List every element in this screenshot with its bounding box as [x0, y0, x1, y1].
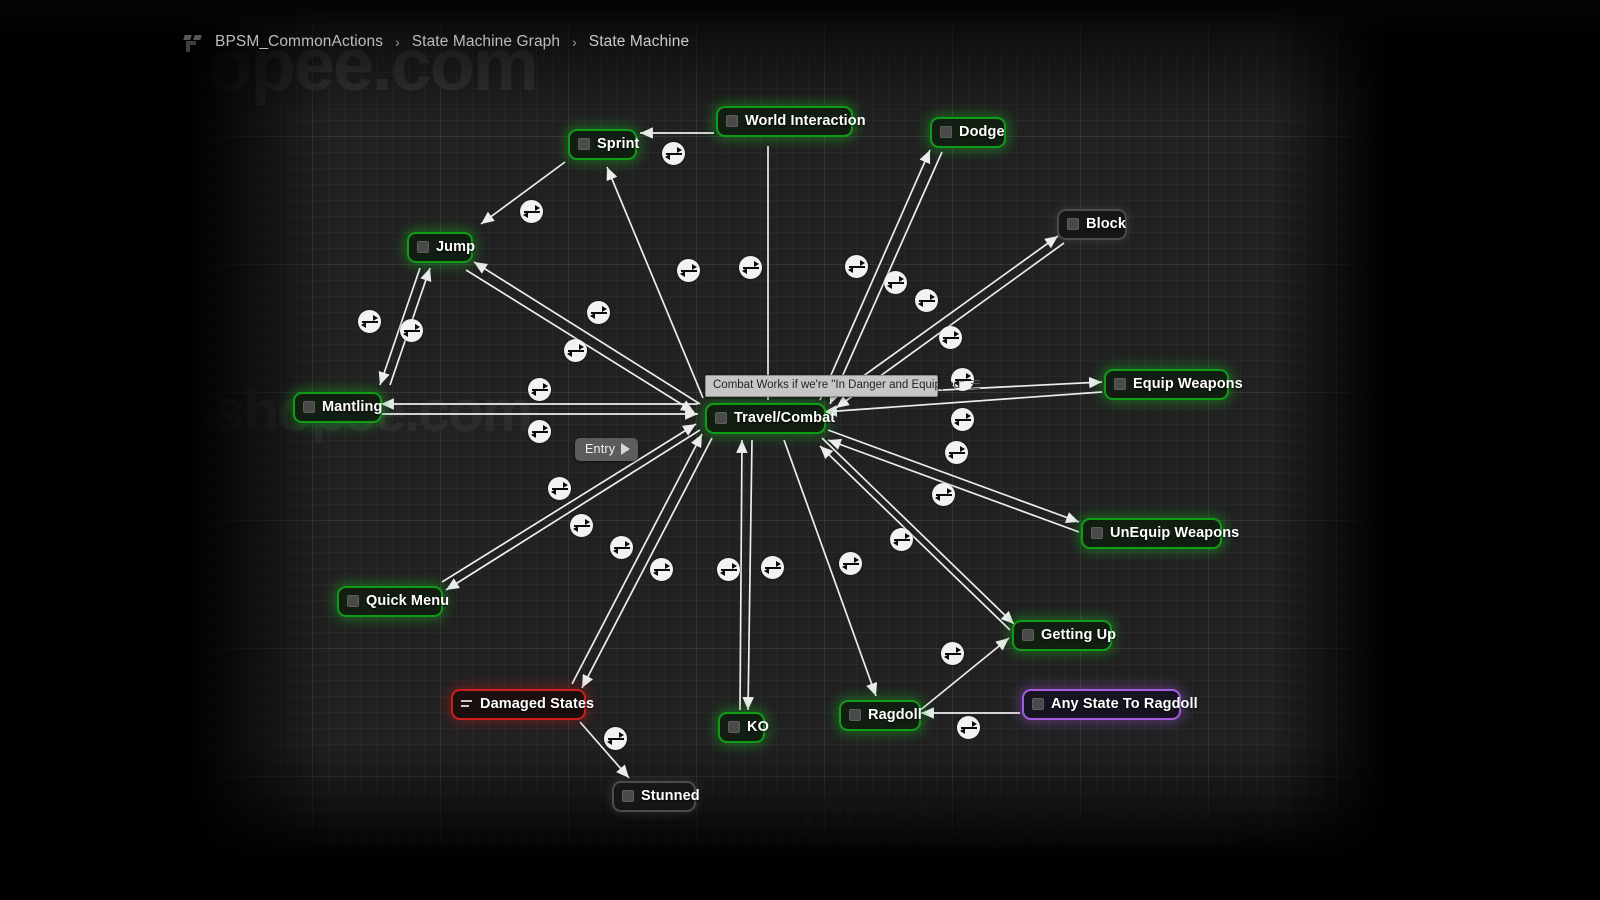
- comment-text: Combat Works if we're "In Danger and Equ…: [713, 379, 965, 391]
- transition-bidirectional-icon[interactable]: [884, 271, 907, 294]
- state-node-icon: [1067, 218, 1079, 230]
- transition-bidirectional-icon[interactable]: [845, 255, 868, 278]
- breadcrumb-item-2[interactable]: State Machine: [589, 33, 689, 51]
- state-node-any_state_ragdoll[interactable]: Any State To Ragdoll: [1022, 689, 1198, 720]
- state-node-label: Travel/Combat: [734, 410, 836, 426]
- state-node-icon: [728, 721, 740, 733]
- transition-bidirectional-icon[interactable]: [528, 420, 551, 443]
- transition-bidirectional-icon[interactable]: [548, 477, 571, 500]
- state-node-jump[interactable]: Jump: [407, 232, 476, 263]
- play-triangle-icon: [621, 443, 631, 455]
- state-node-label: UnEquip Weapons: [1110, 525, 1240, 541]
- entry-label: Entry: [585, 442, 616, 456]
- transition-bidirectional-icon[interactable]: [400, 319, 423, 342]
- state-node-icon: [940, 126, 952, 138]
- state-node-quick_menu[interactable]: Quick Menu: [337, 586, 449, 617]
- transition-bidirectional-icon[interactable]: [604, 727, 627, 750]
- state-node-icon: [1022, 629, 1034, 641]
- transition-bidirectional-icon[interactable]: [951, 408, 974, 431]
- state-node-icon: [303, 401, 315, 413]
- state-node-label: Dodge: [959, 124, 1005, 140]
- state-node-block[interactable]: Block: [1057, 209, 1127, 240]
- state-node-label: Block: [1086, 216, 1126, 232]
- state-node-label: Jump: [436, 239, 476, 255]
- state-node-dodge[interactable]: Dodge: [930, 117, 1006, 148]
- state-node-label: Sprint: [597, 136, 640, 152]
- state-node-ko[interactable]: KO: [718, 712, 769, 743]
- state-node-label: KO: [747, 719, 769, 735]
- state-node-icon: [417, 241, 429, 253]
- state-node-icon: [715, 412, 727, 424]
- transition-bidirectional-icon[interactable]: [677, 259, 700, 282]
- breadcrumb-item-0[interactable]: BPSM_CommonActions: [215, 33, 383, 51]
- state-node-label: Equip Weapons: [1133, 376, 1243, 392]
- unreal-state-machine-window: CGshopee.com CGshopee.com CGshopee.com B…: [0, 0, 1600, 900]
- breadcrumb-separator-1: ›: [572, 34, 577, 50]
- state-node-travel_combat[interactable]: Travel/Combat: [705, 403, 835, 434]
- state-node-label: Stunned: [641, 788, 700, 804]
- state-node-label: Getting Up: [1041, 627, 1117, 643]
- state-node-icon: [347, 595, 359, 607]
- graph-comment-bubble[interactable]: Combat Works if we're "In Danger and Equ…: [705, 375, 981, 397]
- state-node-equip_weapons[interactable]: Equip Weapons: [1104, 369, 1243, 400]
- transition-bidirectional-icon[interactable]: [890, 528, 913, 551]
- state-node-label: Any State To Ragdoll: [1051, 696, 1198, 712]
- state-node-unequip_weapons[interactable]: UnEquip Weapons: [1081, 518, 1239, 549]
- state-node-getting_up[interactable]: Getting Up: [1012, 620, 1116, 651]
- state-node-icon: [849, 709, 861, 721]
- state-node-label: Mantling: [322, 399, 383, 415]
- state-node-stunned[interactable]: Stunned: [612, 781, 700, 812]
- state-node-ragdoll[interactable]: Ragdoll: [839, 700, 922, 731]
- state-node-icon: [1114, 378, 1126, 390]
- vignette-bottom: [0, 740, 1600, 900]
- graph-canvas[interactable]: [190, 12, 1390, 857]
- transition-bidirectional-icon[interactable]: [839, 552, 862, 575]
- state-node-label: Ragdoll: [868, 707, 922, 723]
- state-node-world_interaction[interactable]: World Interaction: [716, 106, 866, 137]
- transition-bidirectional-icon[interactable]: [939, 326, 962, 349]
- state-node-sprint[interactable]: Sprint: [568, 129, 640, 160]
- state-node-label: Quick Menu: [366, 593, 450, 609]
- state-node-icon: [1032, 698, 1044, 710]
- transition-bidirectional-icon[interactable]: [587, 301, 610, 324]
- transition-bidirectional-icon[interactable]: [564, 339, 587, 362]
- transition-bidirectional-icon[interactable]: [520, 200, 543, 223]
- state-node-label: Damaged States: [480, 696, 595, 712]
- transition-bidirectional-icon[interactable]: [717, 558, 740, 581]
- state-node-label: World Interaction: [745, 113, 866, 129]
- blueprint-icon: [183, 32, 205, 52]
- transition-bidirectional-icon[interactable]: [941, 642, 964, 665]
- resize-grip-icon[interactable]: [970, 379, 981, 391]
- vignette-top: [0, 0, 1600, 120]
- state-node-icon: [622, 790, 634, 802]
- state-node-damaged_states[interactable]: Damaged States: [451, 689, 594, 720]
- transition-bidirectional-icon[interactable]: [739, 256, 762, 279]
- transition-bidirectional-icon[interactable]: [932, 483, 955, 506]
- state-node-mantling[interactable]: Mantling: [293, 392, 382, 423]
- transition-bidirectional-icon[interactable]: [945, 441, 968, 464]
- transition-bidirectional-icon[interactable]: [358, 310, 381, 333]
- transition-bidirectional-icon[interactable]: [650, 558, 673, 581]
- transition-bidirectional-icon[interactable]: [528, 378, 551, 401]
- entry-node[interactable]: Entry: [575, 438, 639, 461]
- state-node-icon: [726, 115, 738, 127]
- transition-bidirectional-icon[interactable]: [662, 142, 685, 165]
- breadcrumb-item-1[interactable]: State Machine Graph: [412, 33, 560, 51]
- breadcrumb-separator-0: ›: [395, 34, 400, 50]
- transition-bidirectional-icon[interactable]: [610, 536, 633, 559]
- transition-bidirectional-icon[interactable]: [761, 556, 784, 579]
- state-machine-icon: [461, 698, 473, 710]
- transition-bidirectional-icon[interactable]: [570, 514, 593, 537]
- state-node-icon: [578, 138, 590, 150]
- state-node-icon: [1091, 527, 1103, 539]
- transition-bidirectional-icon[interactable]: [957, 716, 980, 739]
- breadcrumb: BPSM_CommonActions › State Machine Graph…: [183, 30, 689, 54]
- transition-bidirectional-icon[interactable]: [915, 289, 938, 312]
